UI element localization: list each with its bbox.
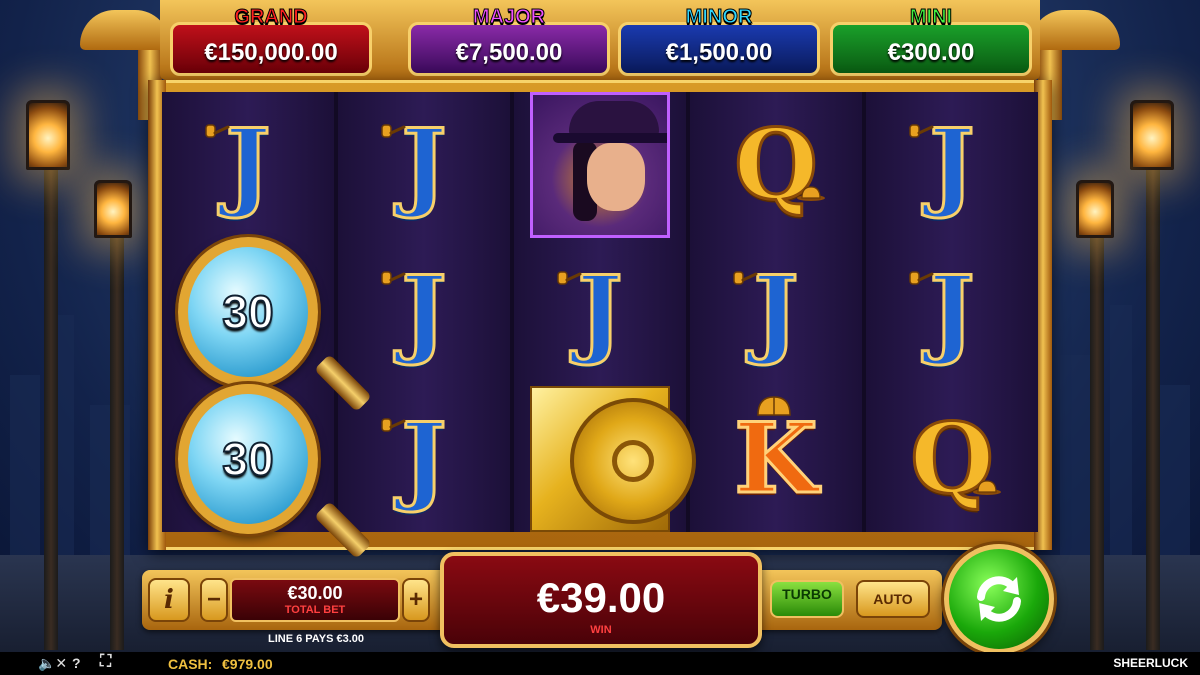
reel-grid: J 30 30 J J J J Q J K J J Q <box>162 92 1038 559</box>
turbo-label: TURBO <box>782 586 832 602</box>
vault-icon <box>530 385 696 532</box>
line-pays-message: LINE 6 PAYS €3.00 <box>268 633 364 645</box>
info-icon: i <box>164 585 174 615</box>
jackpot-grand-title: GRAND <box>234 6 308 29</box>
jackpot-minor: €1,500.00 <box>618 22 820 76</box>
pipe-icon <box>556 270 582 292</box>
jackpot-minor-title: MINOR <box>685 6 753 29</box>
magnifying-glass-icon: 30 <box>178 236 372 412</box>
plus-icon: + <box>408 586 423 613</box>
symbol-letter: J <box>928 254 976 368</box>
street-lamp-post-left <box>44 150 58 650</box>
reel-2: JJJ <box>338 92 510 532</box>
symbol-letter: J <box>928 108 976 222</box>
pipe-icon <box>732 270 758 292</box>
auto-label: AUTO <box>873 591 913 607</box>
pipe-icon <box>380 417 406 439</box>
minus-icon: − <box>206 586 221 613</box>
increase-bet-button[interactable]: + <box>402 578 430 622</box>
spin-arrows-icon <box>977 576 1021 622</box>
symbol-letter: J <box>400 108 448 222</box>
street-lamp-post-right-2 <box>1090 230 1104 650</box>
symbol-letter: J <box>400 254 448 368</box>
jackpot-grand-value: €150,000.00 <box>204 39 338 66</box>
jackpot-mini-value: €300.00 <box>887 39 975 66</box>
symbol-k: K <box>706 389 846 529</box>
reel-1: J 30 30 <box>162 92 372 559</box>
pipe-icon <box>908 270 934 292</box>
bowler-hat-icon <box>796 185 826 202</box>
jackpot-bar: €150,000.00 €7,500.00 €1,500.00 €300.00 … <box>160 0 1040 80</box>
cash-value: €979.00 <box>222 656 273 672</box>
symbol-j: J <box>178 95 318 235</box>
jackpot-mini: €300.00 <box>830 22 1032 76</box>
auto-button[interactable]: AUTO <box>856 580 930 618</box>
symbol-j: J <box>354 242 494 382</box>
symbol-letter: J <box>752 254 800 368</box>
symbol-magnifier-cash: 30 <box>178 236 372 412</box>
sound-muted-icon[interactable]: 🔈✕ <box>38 655 67 672</box>
turbo-button[interactable]: TURBO <box>770 580 844 618</box>
city-skyline-left <box>0 295 160 555</box>
symbol-letter: J <box>224 108 272 222</box>
reel-3: J <box>514 92 696 532</box>
bottom-bar: 🔈✕ ? ⛶ CASH: €979.00 SHEERLUCK <box>0 652 1200 675</box>
brand-logo: SHEERLUCK <box>1113 656 1188 670</box>
lantern-icon <box>26 100 70 170</box>
total-bet-label: TOTAL BET <box>284 604 346 616</box>
symbol-q: Q <box>882 389 1022 529</box>
total-bet-display: €30.00 TOTAL BET <box>230 578 400 622</box>
jackpot-major-title: MAJOR <box>472 6 546 29</box>
win-value: €39.00 <box>536 574 666 621</box>
symbol-j: J <box>882 95 1022 235</box>
symbol-j: J <box>354 389 494 529</box>
symbol-letter: J <box>576 254 624 368</box>
decrease-bet-button[interactable]: − <box>200 578 228 622</box>
city-skyline-right <box>1040 295 1200 555</box>
jackpot-minor-value: €1,500.00 <box>665 39 773 66</box>
info-button[interactable]: i <box>148 578 190 622</box>
symbol-letter: K <box>733 401 819 515</box>
symbol-detective-woman <box>530 92 670 239</box>
street-lamp-post-left-2 <box>110 230 124 650</box>
win-display: €39.00 WIN <box>440 552 762 648</box>
lantern-icon <box>1130 100 1174 170</box>
cash-value: 30 <box>221 285 274 339</box>
reel-4: QJK <box>690 92 862 532</box>
pipe-icon <box>380 270 406 292</box>
symbol-q: Q <box>706 95 846 235</box>
jackpot-grand: €150,000.00 <box>170 22 372 76</box>
symbol-letter: J <box>400 401 448 515</box>
reel-5: JJQ <box>866 92 1038 532</box>
symbol-j: J <box>882 242 1022 382</box>
help-icon[interactable]: ? <box>72 655 81 672</box>
jackpot-mini-title: MINI <box>909 6 953 29</box>
win-label: WIN <box>590 624 612 636</box>
street-lamp-post-right <box>1146 150 1160 650</box>
bowler-hat-icon <box>972 479 1002 495</box>
cash-value: 30 <box>221 432 274 486</box>
deerstalker-hat-icon <box>754 393 791 416</box>
total-bet-value: €30.00 <box>287 583 343 603</box>
symbol-j: J <box>530 242 670 382</box>
symbol-vault <box>530 385 696 532</box>
pipe-icon <box>908 123 934 145</box>
jackpot-major-value: €7,500.00 <box>455 39 563 66</box>
cash-label: CASH: <box>168 656 213 672</box>
jackpot-major: €7,500.00 <box>408 22 610 76</box>
fullscreen-icon[interactable]: ⛶ <box>100 653 111 670</box>
pipe-icon <box>204 123 230 145</box>
lantern-icon <box>94 180 132 238</box>
magnifying-glass-icon: 30 <box>178 383 372 559</box>
symbol-j: J <box>354 95 494 235</box>
symbol-j: J <box>706 242 846 382</box>
spin-button[interactable] <box>944 544 1054 654</box>
pipe-icon <box>380 123 406 145</box>
detective-portrait-icon <box>530 92 670 239</box>
lantern-icon <box>1076 180 1114 238</box>
symbol-magnifier-cash: 30 <box>178 383 372 559</box>
